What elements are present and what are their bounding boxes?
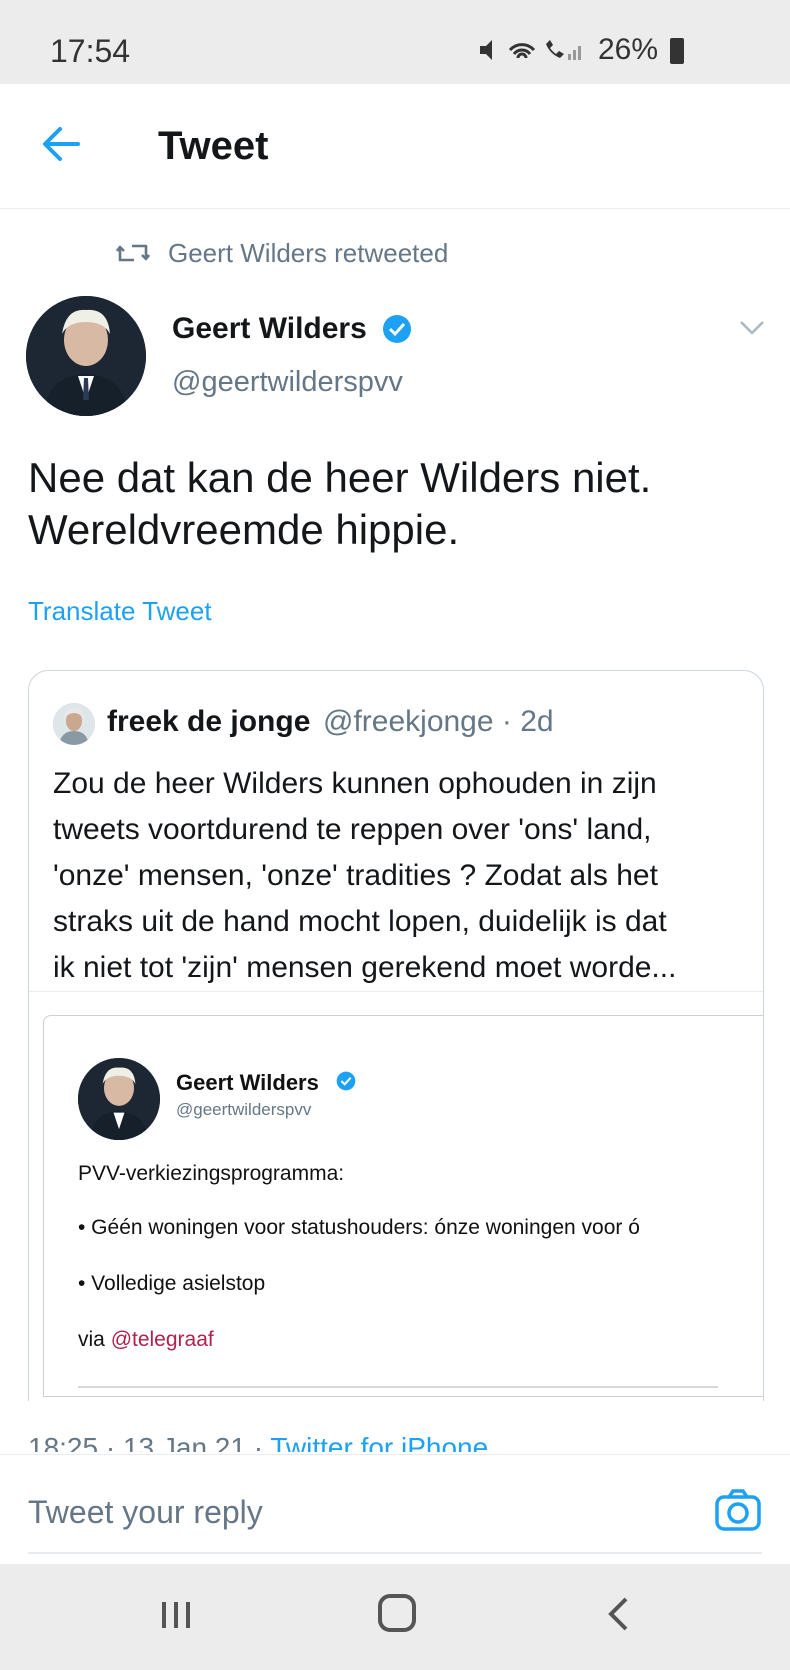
quoted-author-avatar <box>53 703 95 745</box>
battery-level: 26% <box>597 33 658 66</box>
retweet-icon <box>116 244 150 262</box>
embedded-text-line: • Géén woningen voor statushouders: ónze… <box>78 1216 640 1239</box>
recent-apps-icon[interactable] <box>160 1600 192 1630</box>
embedded-tweet-image[interactable]: Geert Wilders @geertwilderspvv PVV-verki… <box>43 1015 763 1397</box>
quoted-text-line: ik niet tot 'zijn' mensen gerekend moet … <box>53 951 677 984</box>
quoted-text-line: straks uit de hand mocht lopen, duidelij… <box>53 905 667 938</box>
quoted-author-handle: @freekjonge · 2d <box>323 705 554 738</box>
verified-badge-icon <box>383 315 411 343</box>
reply-bar-background <box>0 1452 790 1482</box>
reply-input[interactable]: Tweet your reply <box>28 1494 263 1531</box>
via-label: via <box>78 1328 111 1351</box>
quoted-tweet-text: Zou de heer Wilders kunnen ophouden in z… <box>53 761 753 991</box>
top-app-bar: Tweet <box>0 84 790 209</box>
system-navigation-bar <box>0 1564 790 1670</box>
status-time: 17:54 <box>50 33 131 69</box>
tweet-text-line: Nee dat kan de heer Wilders niet. <box>28 454 652 501</box>
divider <box>0 1454 790 1455</box>
quoted-text-line: 'onze' mensen, 'onze' tradities ? Zodat … <box>53 859 658 892</box>
embedded-text-line: • Volledige asielstop <box>78 1272 266 1295</box>
divider <box>29 991 763 992</box>
home-icon[interactable] <box>378 1594 416 1632</box>
embedded-author-avatar <box>78 1058 160 1140</box>
signal-icons <box>479 40 581 60</box>
battery-icon <box>670 38 684 64</box>
page-title: Tweet <box>158 124 269 168</box>
author-avatar[interactable] <box>26 296 146 416</box>
embedded-author-handle: @geertwilderspvv <box>176 1100 312 1119</box>
tweet-text: Nee dat kan de heer Wilders niet. Wereld… <box>28 452 768 556</box>
divider <box>28 1552 762 1554</box>
system-back-icon[interactable] <box>606 1596 630 1632</box>
chevron-down-icon[interactable] <box>738 318 766 338</box>
author-name[interactable]: Geert Wilders <box>172 312 367 346</box>
translate-tweet-link[interactable]: Translate Tweet <box>28 596 212 627</box>
back-arrow-icon[interactable] <box>40 124 82 164</box>
verified-badge-icon <box>336 1071 356 1091</box>
quoted-tweet-card[interactable]: freek de jonge @freekjonge · 2d Zou de h… <box>28 670 764 1401</box>
tweet-text-line: Wereldvreemde hippie. <box>28 506 460 553</box>
status-icons: 26% <box>476 33 684 67</box>
embedded-author-name: Geert Wilders <box>176 1070 319 1095</box>
quoted-author-name: freek de jonge <box>107 705 311 738</box>
author-handle[interactable]: @geertwilderspvv <box>172 366 403 399</box>
embedded-via-line: via @telegraaf <box>78 1328 214 1352</box>
quoted-text-line: Zou de heer Wilders kunnen ophouden in z… <box>53 767 657 800</box>
retweeted-by-label: Geert Wilders retweeted <box>168 238 449 268</box>
quoted-text-line: tweets voortdurend te reppen over 'ons' … <box>53 813 652 846</box>
embedded-text-line: PVV-verkiezingsprogramma: <box>78 1162 345 1185</box>
via-link: @telegraaf <box>110 1328 214 1351</box>
divider <box>78 1386 718 1388</box>
camera-icon[interactable] <box>714 1488 762 1532</box>
status-bar: 17:54 26% <box>0 0 790 84</box>
